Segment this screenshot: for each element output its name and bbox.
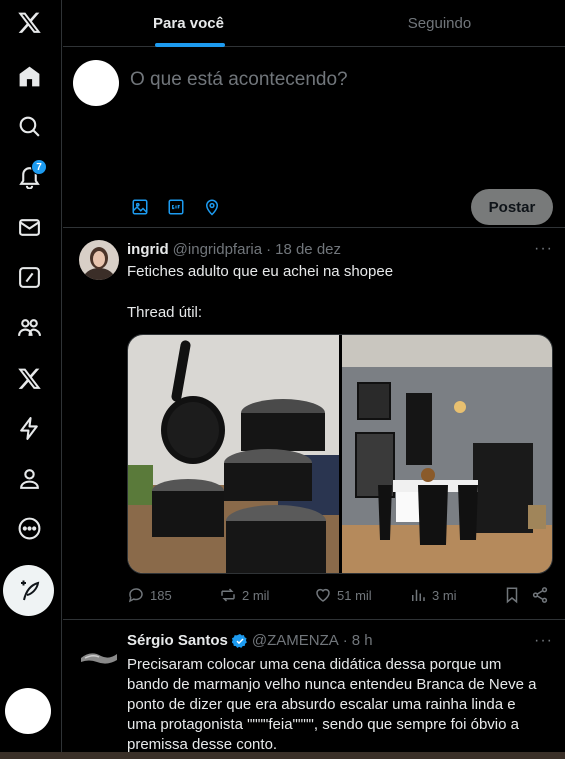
separator: · bbox=[342, 632, 348, 649]
tab-label: Para você bbox=[153, 15, 224, 32]
like-count: 51 mil bbox=[337, 587, 372, 603]
premium-icon[interactable] bbox=[11, 360, 47, 396]
tab-para-voce[interactable]: Para você bbox=[63, 0, 314, 47]
image-icon[interactable] bbox=[130, 197, 150, 217]
reply-count: 185 bbox=[150, 587, 172, 603]
window-edge bbox=[0, 752, 565, 759]
separator: · bbox=[266, 241, 272, 258]
post-button[interactable]: Postar bbox=[471, 189, 553, 225]
composer-tools bbox=[130, 197, 222, 217]
tweet-header: Sérgio Santos @ZAMENZA · 8 h bbox=[127, 632, 373, 649]
timestamp[interactable]: 18 de dez bbox=[275, 241, 341, 258]
tweet[interactable]: ingrid @ingridpfaria · 18 de dez ··· Fet… bbox=[63, 228, 565, 620]
bookmark-button[interactable] bbox=[503, 586, 521, 604]
reply-icon bbox=[128, 588, 143, 603]
retweet-button[interactable]: 2 mil bbox=[219, 586, 269, 604]
view-count: 3 mi bbox=[432, 587, 457, 603]
avatar bbox=[73, 60, 119, 106]
search-icon[interactable] bbox=[11, 108, 47, 144]
tweet-media[interactable] bbox=[127, 334, 553, 574]
avatar[interactable] bbox=[79, 240, 119, 280]
share-button[interactable] bbox=[531, 586, 549, 604]
tweet-header: ingrid @ingridpfaria · 18 de dez bbox=[127, 241, 341, 258]
media-images bbox=[128, 335, 552, 573]
main-timeline: Para você Seguindo O que está acontecend… bbox=[63, 0, 565, 759]
compose-button[interactable] bbox=[3, 565, 54, 616]
author-name[interactable]: ingrid bbox=[127, 241, 169, 258]
tab-seguindo[interactable]: Seguindo bbox=[314, 0, 565, 47]
profile-icon[interactable] bbox=[11, 460, 47, 496]
location-icon[interactable] bbox=[202, 197, 222, 217]
retweet-icon bbox=[221, 588, 235, 602]
author-handle[interactable]: @ZAMENZA bbox=[252, 632, 339, 649]
tab-label: Seguindo bbox=[407, 15, 472, 32]
messages-icon[interactable] bbox=[11, 209, 47, 245]
more-icon[interactable] bbox=[11, 510, 47, 546]
grok-icon[interactable] bbox=[11, 259, 47, 295]
tweet-actions: 185 2 mil 51 mil 3 mi bbox=[127, 586, 553, 606]
reply-button[interactable]: 185 bbox=[127, 586, 172, 604]
composer: O que está acontecendo? Postar bbox=[63, 47, 565, 228]
lightning-icon[interactable] bbox=[11, 410, 47, 446]
account-avatar[interactable] bbox=[5, 688, 51, 734]
communities-icon[interactable] bbox=[11, 309, 47, 345]
feather-plus-icon bbox=[20, 580, 39, 600]
home-icon[interactable] bbox=[11, 58, 47, 94]
more-options-icon[interactable]: ··· bbox=[534, 240, 553, 258]
gif-icon[interactable] bbox=[166, 197, 186, 217]
notification-badge: 7 bbox=[31, 159, 47, 175]
notifications-icon[interactable]: 7 bbox=[11, 158, 47, 194]
like-button[interactable]: 51 mil bbox=[314, 586, 372, 604]
timeline-tabs: Para você Seguindo bbox=[63, 0, 565, 47]
tweet[interactable]: Sérgio Santos @ZAMENZA · 8 h ··· Precisa… bbox=[63, 620, 565, 759]
bookmark-icon bbox=[506, 587, 518, 604]
more-options-icon[interactable]: ··· bbox=[534, 632, 553, 650]
author-handle[interactable]: @ingridpfaria bbox=[173, 241, 262, 258]
retweet-count: 2 mil bbox=[242, 587, 270, 603]
sidebar: 7 bbox=[0, 0, 62, 759]
compose-input[interactable]: O que está acontecendo? bbox=[130, 69, 348, 91]
tweet-text: Fetiches adulto que eu achei na shopee bbox=[127, 263, 394, 280]
timestamp[interactable]: 8 h bbox=[352, 632, 373, 649]
views-icon bbox=[412, 589, 425, 601]
verified-badge-icon bbox=[231, 633, 247, 648]
views-button[interactable]: 3 mi bbox=[409, 586, 457, 604]
tweet-text: Thread útil: bbox=[127, 304, 203, 321]
x-logo-icon[interactable] bbox=[11, 4, 47, 40]
author-name[interactable]: Sérgio Santos bbox=[127, 632, 228, 649]
tweet-text: Precisaram colocar uma cena didática des… bbox=[127, 656, 537, 753]
heart-icon bbox=[316, 588, 330, 602]
share-icon bbox=[532, 587, 548, 603]
avatar[interactable] bbox=[79, 644, 119, 668]
